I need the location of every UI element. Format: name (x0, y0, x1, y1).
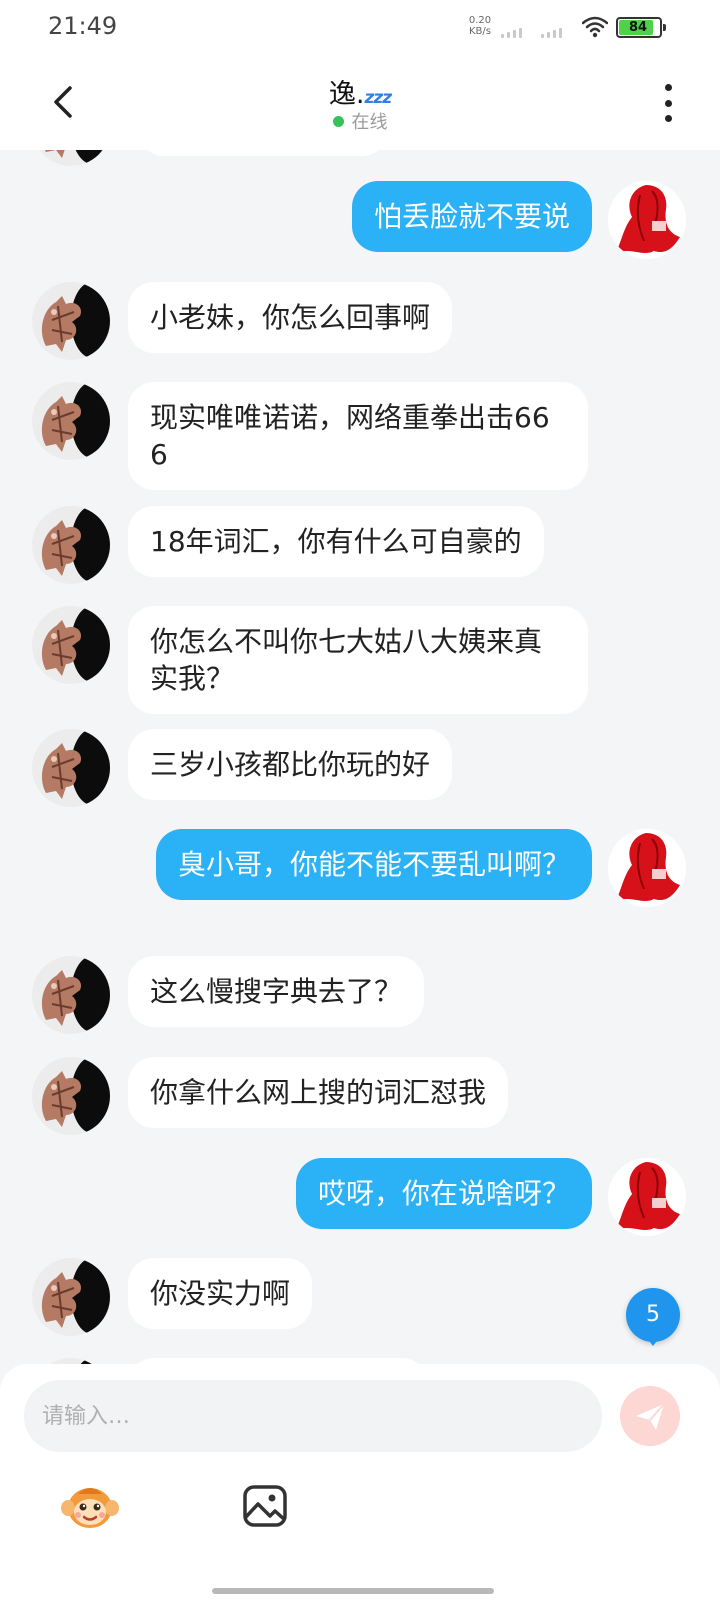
more-dot (664, 99, 672, 107)
battery-icon: 84 (616, 17, 666, 38)
more-options-button[interactable] (662, 84, 674, 122)
contact-avatar[interactable] (32, 506, 110, 584)
network-speed-value: 0.20 (468, 15, 492, 26)
status-bar: 21:49 0.20 KB/s 84 (0, 0, 720, 56)
image-button[interactable] (242, 1484, 288, 1528)
online-dot (332, 115, 344, 127)
message-bubble-partial (138, 150, 388, 156)
contact-avatar[interactable] (32, 382, 110, 460)
network-speed: 0.20 KB/s (462, 15, 498, 37)
message-bubble-incoming[interactable]: 现实唯唯诺诺，网络重拳出击666 (128, 382, 588, 490)
contact-avatar[interactable] (32, 729, 110, 807)
message-list[interactable]: 怕丢脸就不要说 小老妹，你怎么回事啊 现实唯唯诺诺，网络重拳出击666 18年词… (0, 150, 720, 1390)
monkey-emoji-button[interactable] (60, 1480, 120, 1532)
contact-avatar[interactable] (32, 956, 110, 1034)
sleep-emoji: zzz (364, 88, 392, 108)
battery-level: 84 (628, 20, 648, 35)
input-panel (0, 1364, 720, 1600)
contact-name-text: 逸. (328, 79, 365, 110)
my-avatar[interactable] (608, 829, 686, 907)
online-status-text: 在线 (351, 112, 388, 133)
message-bubble-incoming[interactable]: 这么慢搜字典去了？ (128, 956, 425, 1027)
network-speed-unit: KB/s (469, 26, 491, 37)
more-dot (664, 84, 672, 91)
contact-avatar[interactable] (32, 150, 110, 166)
message-bubble-outgoing[interactable]: 怕丢脸就不要说 (351, 181, 592, 252)
wifi-icon (582, 16, 608, 38)
unread-count-badge[interactable]: 5 (626, 1288, 680, 1346)
message-bubble-incoming[interactable]: 三岁小孩都比你玩的好 (128, 729, 453, 800)
online-status: 在线 (0, 108, 720, 134)
status-time: 21:49 (48, 12, 118, 40)
message-bubble-outgoing[interactable]: 臭小哥，你能不能不要乱叫啊？ (155, 829, 592, 900)
message-bubble-outgoing[interactable]: 哎呀，你在说啥呀？ (295, 1158, 592, 1229)
contact-name[interactable]: 逸.zzz (0, 72, 720, 111)
my-avatar[interactable] (608, 1158, 686, 1236)
more-dot (664, 115, 672, 122)
contact-avatar[interactable] (32, 1258, 110, 1336)
message-input[interactable] (24, 1380, 602, 1452)
signal-icon (501, 24, 522, 38)
message-bubble-incoming[interactable]: 你拿什么网上搜的词汇怼我 (128, 1057, 509, 1128)
contact-avatar[interactable] (32, 1057, 110, 1135)
contact-avatar[interactable] (32, 606, 110, 684)
message-bubble-incoming[interactable]: 小老妹，你怎么回事啊 (128, 282, 453, 353)
home-indicator[interactable] (212, 1588, 494, 1594)
chat-header: 逸.zzz 在线 (0, 56, 720, 150)
message-bubble-incoming[interactable]: 你怎么不叫你七大姑八大姨来真实我？ (128, 606, 588, 714)
battery-tip (663, 24, 666, 31)
my-avatar[interactable] (608, 181, 686, 259)
contact-avatar[interactable] (32, 282, 110, 360)
signal-icon (541, 24, 562, 38)
message-bubble-incoming[interactable]: 18年词汇，你有什么可自豪的 (128, 506, 544, 577)
message-bubble-incoming[interactable]: 你没实力啊 (128, 1258, 313, 1329)
send-button[interactable] (620, 1386, 680, 1446)
